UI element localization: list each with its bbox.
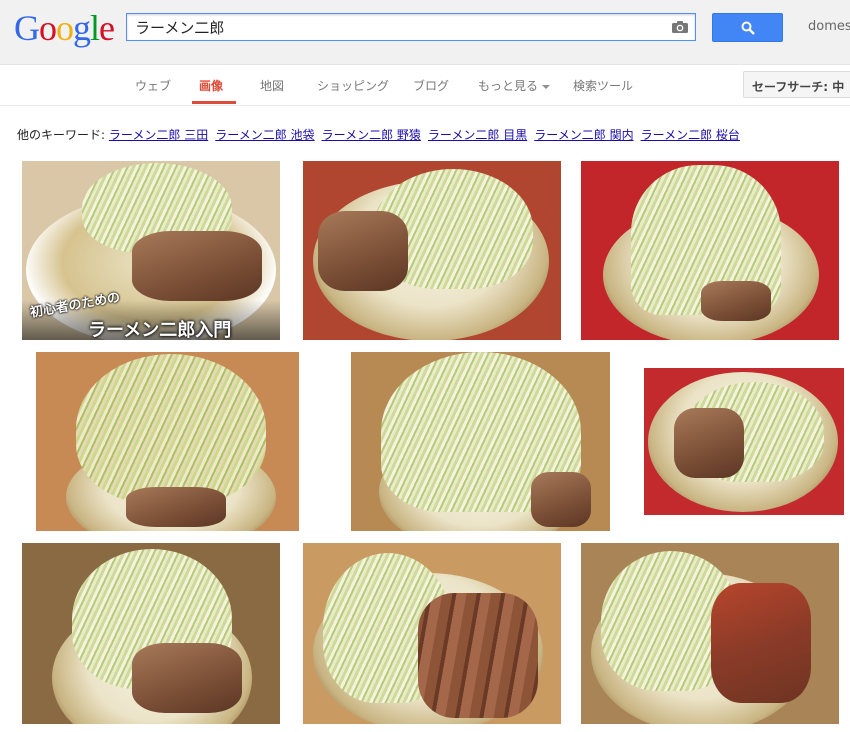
image-thumbnail[interactable] [644, 368, 844, 515]
search-input[interactable] [127, 14, 667, 40]
top-bar: Google domes [0, 0, 850, 65]
image-thumbnail[interactable] [36, 352, 299, 531]
tab-shopping[interactable]: ショッピング [317, 77, 389, 94]
related-label: 他のキーワード: [17, 128, 106, 142]
pork-slices-shape [701, 281, 771, 321]
pork-slices-shape [132, 643, 242, 713]
logo-letter: g [73, 8, 91, 48]
related-link[interactable]: ラーメン二郎 野猿 [322, 128, 421, 142]
pork-slices-shape [674, 408, 744, 478]
tab-search-tools[interactable]: 検索ツール [573, 77, 633, 94]
tab-more[interactable]: もっと見る [478, 77, 551, 94]
tab-maps[interactable]: 地図 [260, 77, 284, 94]
active-tab-underline [192, 101, 236, 104]
search-button[interactable] [712, 13, 783, 42]
logo-letter: G [14, 8, 40, 48]
safesearch-label: セーフサーチ: 中 [752, 80, 845, 94]
chevron-down-icon [542, 84, 551, 89]
related-link[interactable]: ラーメン二郎 桜台 [641, 128, 740, 142]
image-thumbnail[interactable] [303, 161, 561, 340]
pork-slices-shape [132, 231, 262, 301]
tab-images[interactable]: 画像 [199, 77, 223, 94]
google-logo[interactable]: Google [14, 8, 115, 48]
image-thumbnail[interactable] [351, 352, 610, 531]
logo-letter: o [39, 8, 57, 48]
user-name[interactable]: domes [808, 19, 850, 34]
image-caption: 初心者のための ラーメン二郎入門 [22, 290, 280, 340]
search-nav: ウェブ 画像 地図 ショッピング ブログ もっと見る 検索ツール セーフサーチ:… [0, 65, 850, 106]
pork-slices-shape [418, 593, 538, 718]
safesearch-dropdown[interactable]: セーフサーチ: 中 [743, 71, 850, 98]
tab-web[interactable]: ウェブ [135, 77, 171, 94]
image-thumbnail[interactable] [581, 161, 839, 340]
image-thumbnail[interactable] [581, 543, 839, 724]
image-thumbnail[interactable] [303, 543, 561, 724]
logo-letter: o [56, 8, 74, 48]
related-link[interactable]: ラーメン二郎 目黒 [428, 128, 527, 142]
camera-icon[interactable] [671, 20, 689, 34]
related-keywords: 他のキーワード: ラーメン二郎 三田 ラーメン二郎 池袋 ラーメン二郎 野猿 ラーメン… [17, 126, 747, 143]
image-thumbnail[interactable]: 初心者のための ラーメン二郎入門 [22, 161, 280, 340]
search-icon [741, 21, 755, 35]
pork-slices-shape [531, 472, 591, 527]
pork-slices-shape [318, 211, 408, 291]
pork-slices-shape [126, 487, 226, 527]
bean-sprouts-shape [76, 354, 266, 504]
search-box [126, 13, 696, 41]
tab-more-label: もっと見る [478, 79, 539, 93]
image-thumbnail[interactable] [22, 543, 280, 724]
related-link[interactable]: ラーメン二郎 三田 [109, 128, 208, 142]
caption-big-text: ラーメン二郎入門 [88, 320, 232, 340]
related-link[interactable]: ラーメン二郎 池袋 [215, 128, 314, 142]
logo-letter: e [99, 8, 115, 48]
related-link[interactable]: ラーメン二郎 関内 [534, 128, 633, 142]
pork-slices-shape [711, 583, 811, 703]
tab-blogs[interactable]: ブログ [413, 77, 449, 94]
logo-letter: l [90, 8, 100, 48]
